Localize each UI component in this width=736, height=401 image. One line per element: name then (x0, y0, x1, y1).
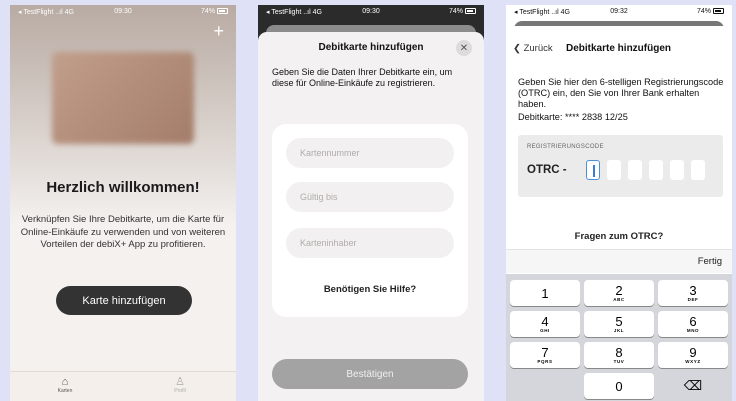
welcome-title: Herzlich willkommen! (46, 179, 200, 196)
page-title: Debitkarte hinzufügen (566, 43, 672, 54)
card-form: Kartennummer Gültig bis Karteninhaber Be… (272, 124, 468, 317)
key-4[interactable]: 4 GHI (510, 311, 580, 337)
confirm-button[interactable]: Bestätigen (272, 359, 468, 389)
delete-icon[interactable]: ⌫ (658, 373, 728, 399)
key-6[interactable]: 6 MNO (658, 311, 728, 337)
otrc-sheet: ❮ Zurück Debitkarte hinzufügen Geben Sie… (506, 26, 732, 401)
key-letters: PQRS (537, 358, 553, 364)
otrc-code-box: REGISTRIERUNGSCODE OTRC - (518, 135, 723, 197)
key-letters: JKL (613, 327, 625, 333)
key-5[interactable]: 5 JKL (584, 311, 654, 337)
back-button[interactable]: ❮ Zurück (513, 43, 553, 54)
key-digit: 0 (615, 378, 623, 394)
close-icon[interactable]: ✕ (456, 40, 472, 56)
otrc-digit-input[interactable] (649, 160, 663, 180)
key-digit: 3 (689, 282, 697, 298)
battery-icon (713, 8, 724, 15)
card-placeholder-image (52, 52, 194, 144)
key-letters: GHI (540, 327, 550, 333)
key-letters: MNO (686, 327, 700, 333)
otrc-intro: Geben Sie hier den 6-stelligen Registrie… (518, 77, 724, 109)
key-digit: 6 (689, 313, 697, 329)
otrc-digit-input[interactable] (607, 160, 621, 180)
tab-bar: ⌂ Karten ♙ Profil (10, 371, 236, 401)
sheet-intro: Geben Sie die Daten Ihrer Debitkarte ein… (272, 67, 453, 88)
code-label: REGISTRIERUNGSCODE (527, 144, 604, 150)
key-2[interactable]: 2 ABC (584, 280, 654, 306)
status-bar: ◂ TestFlight ..ıl 4G 09:30 74% (10, 5, 236, 19)
home-icon: ⌂ (61, 376, 69, 388)
code-prefix: OTRC - (527, 164, 567, 176)
text-caret (593, 165, 595, 177)
otrc-faq-link[interactable]: Fragen zum OTRC? (506, 231, 732, 242)
done-button[interactable]: Fertig (698, 256, 722, 267)
key-8[interactable]: 8 TUV (584, 342, 654, 368)
status-bar: ◂ TestFlight ..ıl 4G 09:30 74% (258, 5, 484, 19)
key-letters: WXYZ (685, 358, 701, 364)
card-holder-field[interactable]: Karteninhaber (286, 228, 454, 258)
otrc-digit-input[interactable] (670, 160, 684, 180)
key-9[interactable]: 9 WXYZ (658, 342, 728, 368)
battery-indicator: 74% (201, 8, 228, 15)
key-digit: 8 (615, 344, 623, 360)
tab-karten-label: Karten (57, 388, 73, 394)
otrc-digit-input[interactable] (628, 160, 642, 180)
key-letters: ABC (613, 296, 625, 302)
numeric-keypad: 1 2 ABC 3 DEF 4 GHI 5 JKL 6 MNO 7 PQRS 8 TUV 9W… (506, 274, 732, 401)
key-7[interactable]: 7 PQRS (510, 342, 580, 368)
tab-karten[interactable]: ⌂ Karten (35, 376, 95, 394)
key-digit: 2 (615, 282, 623, 298)
key-digit: 7 (541, 344, 549, 360)
key-digit: 1 (541, 285, 549, 301)
card-number-field[interactable]: Kartennummer (286, 138, 454, 168)
add-card-button[interactable]: Karte hinzufügen (56, 286, 192, 315)
battery-label: 74% (448, 8, 463, 15)
card-info: Debitkarte: **** 2838 12/25 (518, 112, 628, 122)
key-letters: TUV (613, 358, 625, 364)
welcome-description: Verknüpfen Sie Ihre Debitkarte, um die K… (20, 214, 226, 250)
battery-icon (217, 8, 228, 15)
help-link[interactable]: Benötigen Sie Hilfe? (272, 284, 468, 295)
welcome-screen: ◂ TestFlight ..ıl 4G 09:30 74% + Herzlic… (10, 5, 236, 401)
otrc-digit-input[interactable] (691, 160, 705, 180)
add-card-form-screen: ◂ TestFlight ..ıl 4G 09:30 74% Debitkart… (258, 5, 484, 401)
key-3[interactable]: 3 DEF (658, 280, 728, 306)
battery-indicator: 74% (697, 8, 724, 15)
key-letters: DEF (687, 296, 699, 302)
valid-until-field[interactable]: Gültig bis (286, 182, 454, 212)
tab-profil[interactable]: ♙ Profil (150, 376, 210, 394)
form-sheet: Debitkarte hinzufügen ✕ Geben Sie die Da… (258, 32, 484, 401)
add-icon[interactable]: + (213, 21, 224, 42)
key-digit: 9 (689, 344, 697, 360)
otrc-digit-input[interactable] (586, 160, 600, 180)
key-0[interactable]: 0 (584, 373, 654, 399)
battery-label: 74% (200, 8, 215, 15)
battery-indicator: 74% (449, 8, 476, 15)
battery-label: 74% (696, 8, 711, 15)
key-1[interactable]: 1 (510, 280, 580, 306)
sheet-title: Debitkarte hinzufügen (318, 42, 424, 53)
key-digit: 5 (615, 313, 623, 329)
otrc-screen: ◂ TestFlight ..ıl 4G 09:32 74% ❮ Zurück … (506, 5, 732, 401)
person-icon: ♙ (175, 376, 185, 388)
battery-icon (465, 8, 476, 15)
tab-profil-label: Profil (174, 388, 186, 394)
status-bar: ◂ TestFlight ..ıl 4G 09:32 74% (506, 5, 732, 19)
keyboard-toolbar: Fertig (506, 249, 732, 273)
key-digit: 4 (541, 313, 549, 329)
